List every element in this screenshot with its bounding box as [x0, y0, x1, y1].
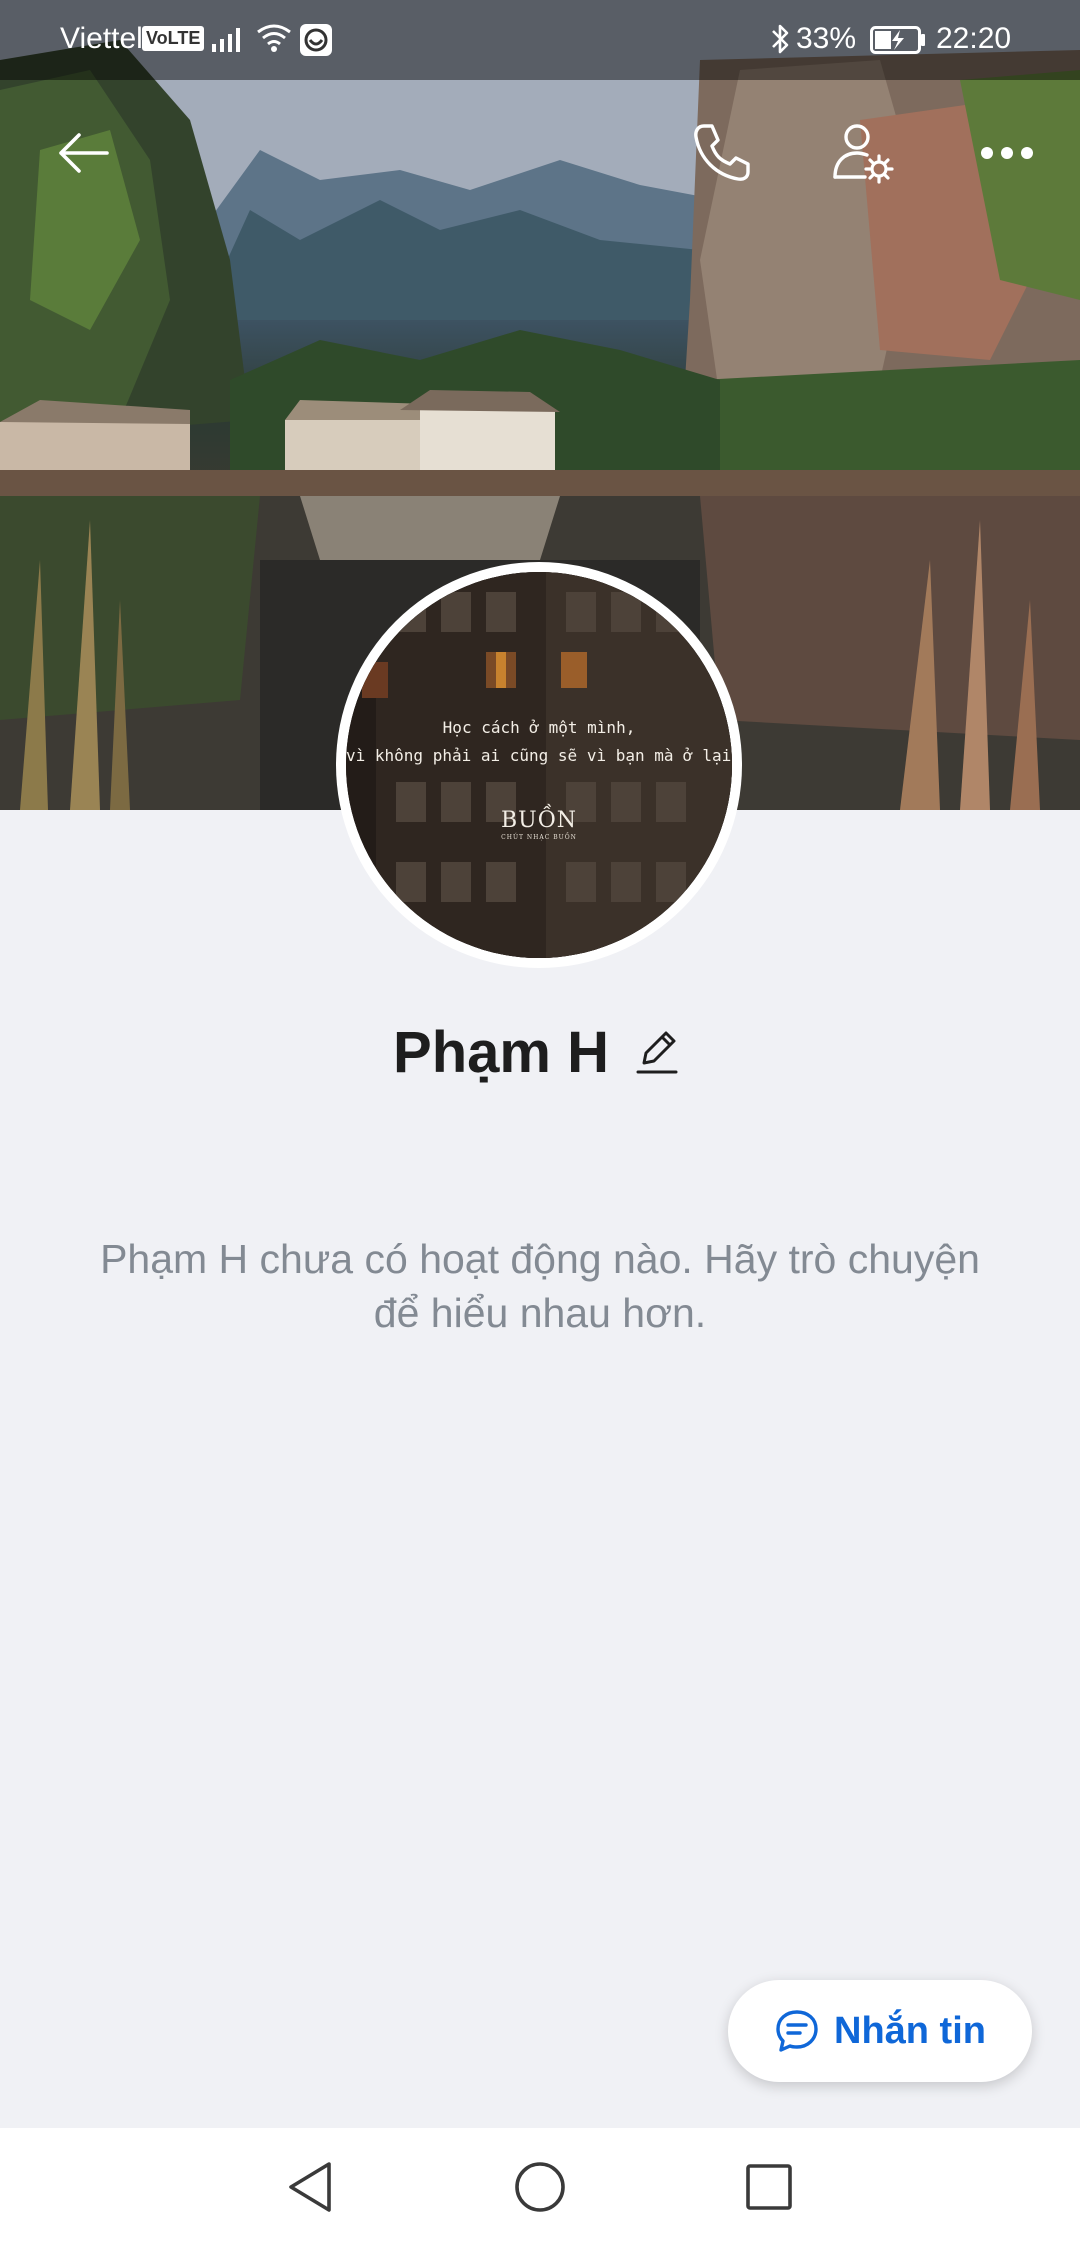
- edit-name-button[interactable]: [627, 1022, 687, 1082]
- avatar-building-graphic: [346, 572, 732, 958]
- wifi-icon: [256, 22, 292, 62]
- app-notification-icon: [298, 22, 334, 66]
- signal-icon: [212, 24, 246, 60]
- volte-badge: VoLTE: [142, 26, 205, 51]
- avatar-logo-subtext: CHÚT NHẠC BUỒN: [501, 834, 577, 841]
- empty-activity-message: Phạm H chưa có hoạt động nào. Hãy trò ch…: [100, 1236, 980, 1336]
- more-options-button[interactable]: [962, 108, 1052, 198]
- call-button[interactable]: [676, 108, 766, 198]
- avatar-image: Học cách ở một mình, vì không phải ai cũ…: [346, 572, 732, 958]
- nav-recents-icon: [746, 2164, 792, 2210]
- nav-recents-button[interactable]: [729, 2152, 809, 2222]
- avatar[interactable]: Học cách ở một mình, vì không phải ai cũ…: [336, 562, 742, 968]
- message-button-label: Nhắn tin: [834, 2009, 986, 2052]
- more-icon: [981, 147, 1033, 159]
- nav-back-icon: [289, 2162, 331, 2212]
- profile-name: Phạm H: [393, 1019, 609, 1085]
- avatar-quote-line1: Học cách ở một mình,: [442, 718, 636, 737]
- back-button[interactable]: [38, 108, 128, 198]
- avatar-logo-text: BUỒN: [501, 808, 577, 833]
- phone-icon: [694, 124, 750, 181]
- message-button[interactable]: Nhắn tin: [728, 1980, 1032, 2082]
- profile-settings-icon: [833, 124, 894, 184]
- chat-bubble-icon: [776, 2010, 818, 2052]
- nav-back-button[interactable]: [270, 2152, 350, 2222]
- system-nav-bar: [0, 2128, 1080, 2244]
- nav-home-icon: [515, 2162, 565, 2212]
- battery-charging-icon: [870, 26, 926, 62]
- name-row: Phạm H: [0, 1012, 1080, 1092]
- bluetooth-icon: [770, 22, 792, 64]
- pencil-icon: [636, 1031, 678, 1074]
- back-arrow-icon: [59, 133, 109, 173]
- nav-home-button[interactable]: [500, 2152, 580, 2222]
- profile-settings-button[interactable]: [818, 108, 908, 198]
- carrier-name: Viettel: [60, 22, 143, 55]
- avatar-quote-line2: vì không phải ai cũng sẽ vì bạn mà ở lại…: [346, 746, 732, 765]
- clock: 22:20: [936, 22, 1012, 55]
- battery-percent: 33%: [796, 22, 857, 55]
- status-bar: Viettel VoLTE 33% 22:20: [0, 0, 1080, 80]
